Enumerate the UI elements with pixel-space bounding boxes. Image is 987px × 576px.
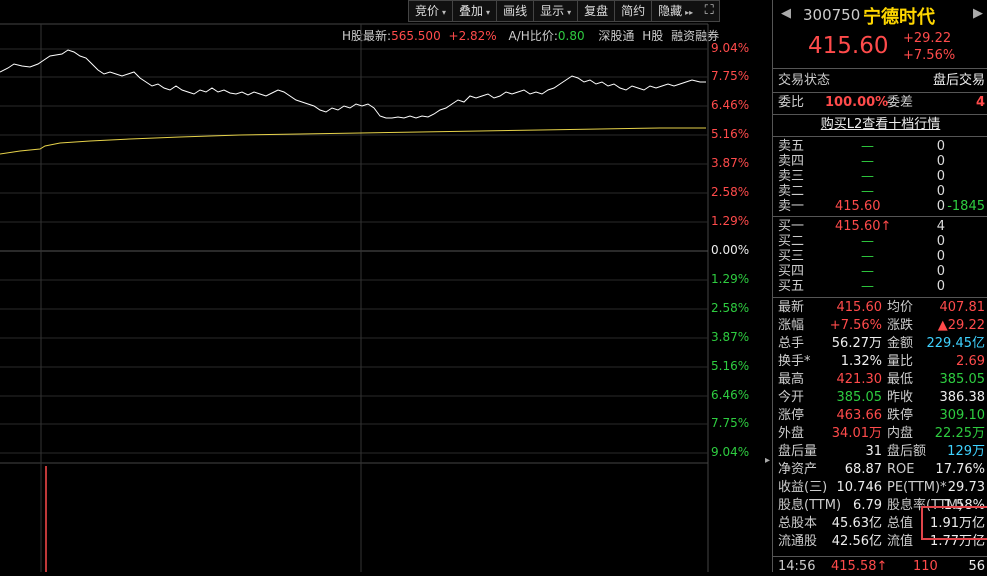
stat-row: 涨幅 +7.56% 涨跌 ▲29.22: [778, 318, 985, 333]
stock-code: 300750: [803, 6, 861, 24]
divider: [773, 297, 987, 298]
order-ratio-row: 委比 100.00% 委差 4: [778, 95, 985, 110]
stat-row: 最高 421.30 最低 385.05: [778, 372, 985, 387]
axis-pct-label: 5.16%: [711, 359, 750, 373]
axis-pct-label: 1.29%: [711, 214, 750, 228]
sell-level-row: 卖五 —0: [778, 139, 945, 154]
divider: [773, 216, 987, 217]
axis-pct-label: 9.04%: [711, 41, 750, 55]
buy-level-row: 买五 —0: [778, 279, 945, 294]
axis-pct-label: 1.29%: [711, 272, 750, 286]
highlight-box: [921, 506, 987, 540]
axis-pct-label: 9.04%: [711, 445, 750, 459]
buy-level-row: 买三 —0: [778, 249, 945, 264]
intraday-chart: [0, 23, 709, 572]
divider: [773, 114, 987, 115]
divider: [773, 136, 987, 137]
average-price-line: [0, 127, 706, 155]
axis-pct-label: 7.75%: [711, 416, 750, 430]
stock-name: 宁德时代: [863, 7, 935, 28]
stat-row: 涨停 463.66 跌停 309.10: [778, 408, 985, 423]
axis-pct-label: 6.46%: [711, 388, 750, 402]
divider: [773, 556, 987, 557]
axis-pct-label: 5.16%: [711, 127, 750, 141]
stat-row: 外盘 34.01万 内盘 22.25万: [778, 426, 985, 441]
divider: [773, 92, 987, 93]
buy-level-row: 买一 415.60↑ 4: [778, 219, 945, 234]
stat-row: 最新 415.60 均价 407.81: [778, 300, 985, 315]
axis-pct-label: 2.58%: [711, 185, 750, 199]
price-change: +29.22: [903, 31, 952, 46]
prev-stock-arrow-icon[interactable]: ◀: [781, 6, 791, 21]
quote-panel: ◀ 300750 宁德时代 ▶ 415.60 +29.22 +7.56% 交易状…: [772, 0, 987, 574]
stat-row: 换手* 1.32% 量比 2.69: [778, 354, 985, 369]
divider: [773, 68, 987, 69]
stat-row: 今开 385.05 昨收 386.38: [778, 390, 985, 405]
sell-level-row: 卖四 —0: [778, 154, 945, 169]
next-stock-arrow-icon[interactable]: ▶: [973, 6, 983, 21]
stat-row: 总手 56.27万 金额 229.45亿: [778, 336, 985, 351]
buy-level-row: 买二 —0: [778, 234, 945, 249]
sell-level-row: 卖二 —0: [778, 184, 945, 199]
price-change-pct: +7.56%: [903, 48, 956, 63]
axis-pct-label: 3.87%: [711, 156, 750, 170]
axis-pct-label: 0.00%: [711, 243, 750, 257]
axis-pct-label: 6.46%: [711, 98, 750, 112]
price-line: [0, 49, 706, 119]
tick-row: 14:56 415.58↑ 110 56: [778, 559, 985, 574]
stat-row: 盘后量 31 盘后额 129万: [778, 444, 985, 459]
collapse-panel-handle[interactable]: ▸: [765, 455, 771, 473]
sell-level-row: 卖一 415.60 0 -1845: [778, 199, 985, 214]
buy-l2-link[interactable]: 购买L2查看十档行情: [773, 116, 987, 134]
axis-pct-label: 7.75%: [711, 69, 750, 83]
axis-pct-label: 3.87%: [711, 330, 750, 344]
buy-level-row: 买四 —0: [778, 264, 945, 279]
sell-level-row: 卖三 —0: [778, 169, 945, 184]
stat-row: 收益(三) 10.746 PE(TTM)* 29.73: [778, 480, 985, 495]
stat-row: 净资产 68.87 ROE 17.76%: [778, 462, 985, 477]
axis-pct-label: 2.58%: [711, 301, 750, 315]
current-price: 415.60: [808, 33, 889, 59]
trade-status-row: 交易状态 盘后交易: [778, 73, 985, 88]
